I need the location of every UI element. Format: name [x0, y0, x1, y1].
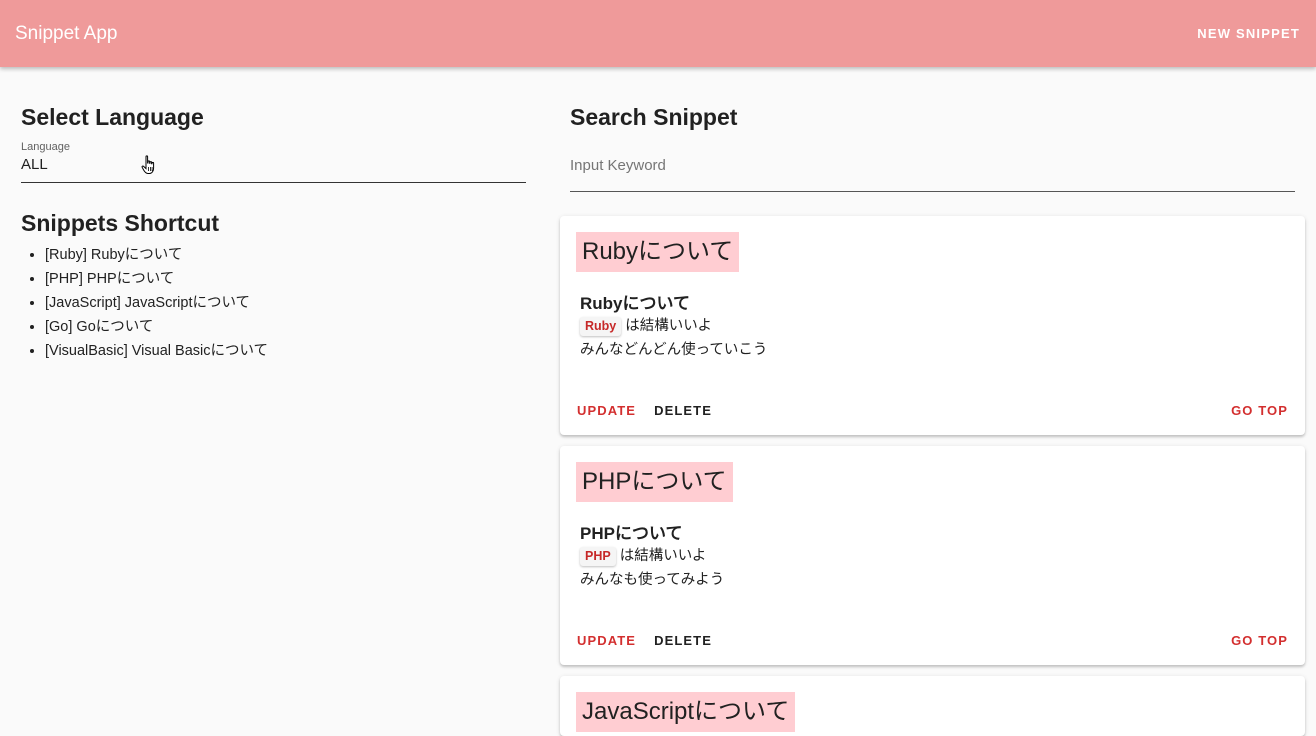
snippet-content-heading: PHPについて	[580, 524, 683, 543]
shortcut-item-php[interactable]: [PHP] PHPについて	[45, 267, 526, 291]
card-actions: UPDATE DELETE GO TOP	[568, 395, 1297, 425]
update-button[interactable]: UPDATE	[568, 397, 645, 424]
search-input[interactable]	[570, 150, 1295, 180]
code-chip: PHP	[580, 547, 616, 566]
snippet-card-title: Rubyについて	[576, 232, 740, 272]
shortcut-list: [Ruby] Rubyについて [PHP] PHPについて [JavaScrip…	[21, 243, 526, 363]
snippet-card-body: PHPについて PHP は結構いいよ みんなも使ってみよう	[576, 519, 1289, 592]
code-chip: Ruby	[580, 317, 622, 336]
snippet-content-heading: Rubyについて	[580, 294, 690, 313]
delete-button[interactable]: DELETE	[645, 397, 721, 424]
snippet-content-line: PHP は結構いいよ	[580, 544, 1289, 568]
language-select-value: ALL	[21, 156, 48, 173]
card-actions: UPDATE DELETE GO TOP	[568, 625, 1297, 655]
shortcut-item-ruby[interactable]: [Ruby] Rubyについて	[45, 243, 526, 267]
snippet-content-line: Ruby は結構いいよ	[580, 314, 1289, 338]
snippet-card-ruby: Rubyについて Rubyについて Ruby は結構いいよ みんなどんどん使ってい…	[560, 216, 1305, 435]
snippet-content-line: みんなも使ってみよう	[580, 572, 725, 588]
search-snippet-heading: Search Snippet	[570, 104, 738, 130]
snippet-text: は結構いいよ	[619, 548, 707, 564]
snippet-text: は結構いいよ	[625, 318, 712, 334]
go-top-button[interactable]: GO TOP	[1222, 397, 1297, 424]
language-select[interactable]: Language ALL	[21, 141, 526, 183]
delete-button[interactable]: DELETE	[645, 627, 721, 654]
snippet-card-title: JavaScriptについて	[576, 692, 796, 732]
app-bar: Snippet App NEW SNIPPET	[0, 0, 1316, 67]
update-button[interactable]: UPDATE	[568, 627, 645, 654]
hand-pointer-icon	[141, 155, 155, 174]
snippet-card-php: PHPについて PHPについて PHP は結構いいよ みんなも使ってみよう UPD…	[560, 446, 1305, 665]
snippets-shortcut-heading: Snippets Shortcut	[21, 210, 220, 236]
snippet-content-line: みんなどんどん使っていこう	[580, 342, 768, 358]
shortcut-item-javascript[interactable]: [JavaScript] JavaScriptについて	[45, 291, 526, 315]
shortcut-item-visualbasic[interactable]: [VisualBasic] Visual Basicについて	[45, 339, 526, 363]
snippet-card-body: Rubyについて Ruby は結構いいよ みんなどんどん使っていこう	[576, 289, 1289, 362]
new-snippet-button[interactable]: NEW SNIPPET	[1181, 18, 1316, 49]
left-panel: Select Language Language ALL Snippets Sh…	[21, 104, 526, 363]
search-panel: Search Snippet	[570, 104, 1295, 192]
search-field	[570, 150, 1295, 192]
snippet-card-title: PHPについて	[576, 462, 733, 502]
snippet-list: Rubyについて Rubyについて Ruby は結構いいよ みんなどんどん使ってい…	[560, 216, 1305, 736]
go-top-button[interactable]: GO TOP	[1222, 627, 1297, 654]
snippet-card-javascript: JavaScriptについて	[560, 676, 1305, 736]
language-select-label: Language	[21, 141, 70, 153]
app-title: Snippet App	[15, 22, 118, 44]
shortcut-item-go[interactable]: [Go] Goについて	[45, 315, 526, 339]
select-language-heading: Select Language	[21, 104, 204, 130]
